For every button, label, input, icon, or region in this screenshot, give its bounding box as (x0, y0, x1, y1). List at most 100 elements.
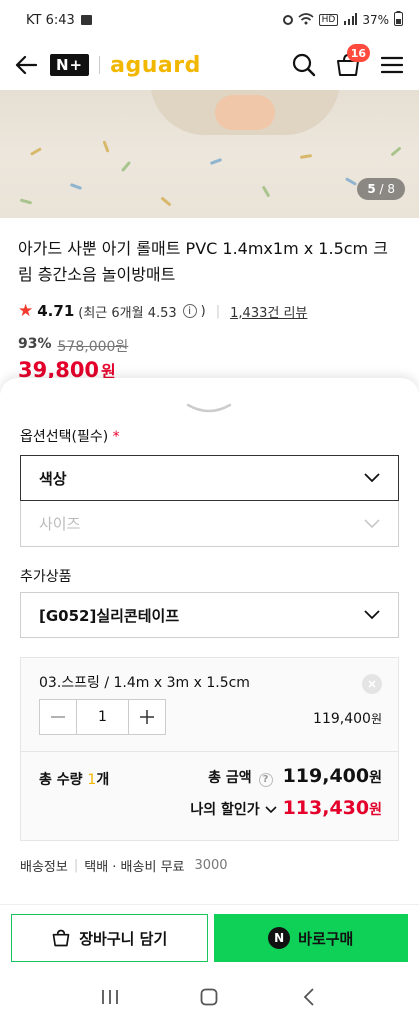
cart-button[interactable]: 16 (335, 44, 370, 78)
minus-icon (51, 716, 65, 718)
chevron-down-icon (264, 806, 277, 814)
addon-select[interactable]: [G052]실리콘테이프 (20, 592, 399, 638)
recent-apps-icon (101, 990, 118, 1004)
image-counter-current: 5 (367, 182, 376, 196)
info-icon[interactable]: i (182, 304, 197, 318)
image-counter: 5 / 8 (357, 178, 405, 200)
star-icon: ★ (18, 301, 34, 321)
original-price-row: 93% 578,000원 (18, 336, 128, 356)
color-select[interactable]: 색상 (20, 455, 399, 501)
plus-icon (140, 710, 154, 724)
chevron-down-icon (364, 518, 380, 528)
system-nav-bar (0, 970, 419, 1024)
system-back-button[interactable] (289, 982, 329, 1012)
hd-icon: HD (318, 14, 339, 26)
color-select-label: 색상 (39, 469, 67, 488)
rating-divider: | (215, 303, 221, 319)
naver-plus-badge: N+ (50, 54, 90, 76)
rating-score: 4.71 (37, 302, 75, 320)
shipping-method: 택배 · 배송비 무료 (84, 860, 185, 875)
help-icon[interactable]: ? (258, 772, 273, 787)
shipping-info: 배송정보 | 택배 · 배송비 무료 3000 (20, 856, 228, 875)
discount-value: 113,430 (282, 797, 370, 819)
total-amount-label-text: 총 금액 (208, 770, 252, 786)
purchase-actions: 장바구니 담기 N 바로구매 (0, 904, 419, 968)
recent-rating-close: ) (200, 303, 206, 319)
size-select[interactable]: 사이즈 (20, 501, 399, 547)
decrease-quantity-button[interactable] (40, 700, 76, 734)
total-amount: 총 금액 ? 119,400원 (208, 765, 382, 787)
home-button[interactable] (189, 982, 229, 1012)
chevron-down-icon (364, 473, 380, 483)
hamburger-menu-icon (381, 56, 403, 74)
home-icon (201, 988, 218, 1006)
chevron-down-icon (364, 610, 380, 620)
addon-select-label: [G052]실리콘테이프 (39, 606, 180, 625)
total-quantity-value: 1 (87, 772, 97, 788)
product-title: 아가드 사뿐 아기 롤매트 PVC 1.4mx1m x 1.5cm 크림 층간소… (18, 239, 388, 284)
wifi-icon (298, 12, 314, 28)
product-photo-detail (215, 95, 275, 130)
quantity-input[interactable]: 1 (76, 700, 129, 734)
discount-label: 나의 할인가 (190, 802, 260, 818)
arrow-left-icon (15, 55, 37, 75)
recent-apps-button[interactable] (90, 982, 130, 1012)
required-mark: * (112, 429, 120, 445)
mat-pattern (102, 140, 110, 153)
total-amount-label: 총 금액 ? (208, 767, 273, 787)
reviews-link[interactable]: 1,433건 리뷰 (230, 302, 307, 321)
chevron-left-icon (303, 988, 314, 1006)
selected-option-name: 03.스프링 / 1.4m x 3m x 1.5cm (39, 675, 250, 691)
discount-unit: 원 (369, 802, 382, 818)
quantity-stepper: 1 (39, 699, 166, 735)
option-divider (21, 751, 398, 752)
cart-count-badge: 16 (346, 44, 370, 62)
total-quantity-label: 총 수량 (39, 772, 83, 788)
buy-now-label: 바로구매 (298, 929, 354, 948)
size-select-label: 사이즈 (39, 515, 81, 533)
recent-rating: (최근 6개월 4.53 (78, 305, 177, 321)
brand-link[interactable]: N+ aguard (50, 53, 201, 78)
mat-pattern (30, 147, 42, 156)
add-to-cart-button[interactable]: 장바구니 담기 (11, 914, 208, 962)
brand-divider (99, 56, 101, 74)
naver-pay-icon: N (268, 927, 291, 949)
original-price: 578,000원 (57, 339, 129, 355)
mat-pattern (69, 183, 83, 190)
total-amount-value: 119,400 (282, 765, 370, 787)
shipping-extra: 3000 (194, 858, 228, 873)
alarm-icon (282, 15, 293, 25)
increase-quantity-button[interactable] (129, 700, 165, 734)
mat-pattern (120, 160, 132, 173)
total-quantity-unit: 개 (96, 772, 110, 788)
status-time: KT 6:43 (26, 12, 75, 28)
search-button[interactable] (291, 52, 317, 78)
image-counter-total: / 8 (379, 182, 396, 196)
chevron-down-icon (186, 403, 232, 413)
discount-rate: 93% (18, 336, 52, 352)
discount-toggle[interactable]: 나의 할인가 (190, 799, 277, 819)
back-button[interactable] (14, 53, 38, 77)
my-discount-price: 나의 할인가 113,430원 (190, 797, 382, 819)
search-icon (292, 53, 316, 77)
close-icon (368, 680, 376, 688)
shopping-bag-icon (52, 929, 70, 947)
status-bar: KT 6:43 HD 37% (0, 0, 419, 40)
mat-pattern (209, 158, 223, 165)
selected-option-price: 119,400원 (313, 710, 382, 727)
mat-pattern (160, 196, 172, 207)
buy-now-button[interactable]: N 바로구매 (213, 914, 408, 962)
product-image-gallery[interactable]: 5 / 8 (0, 90, 419, 218)
mat-pattern (19, 198, 33, 205)
menu-button[interactable] (379, 52, 405, 78)
selected-option-price-unit: 원 (370, 712, 382, 726)
battery-icon (394, 11, 403, 29)
option-label: 옵션선택(필수) * (20, 426, 120, 446)
signal-icon (343, 12, 358, 28)
remove-option-button[interactable] (362, 674, 382, 694)
total-quantity: 총 수량 1개 (39, 769, 109, 789)
brand-logo: aguard (110, 52, 201, 78)
sheet-collapse-handle[interactable] (186, 400, 232, 413)
gallery-notification-icon (80, 15, 92, 25)
addon-label: 추가상품 (20, 569, 72, 585)
